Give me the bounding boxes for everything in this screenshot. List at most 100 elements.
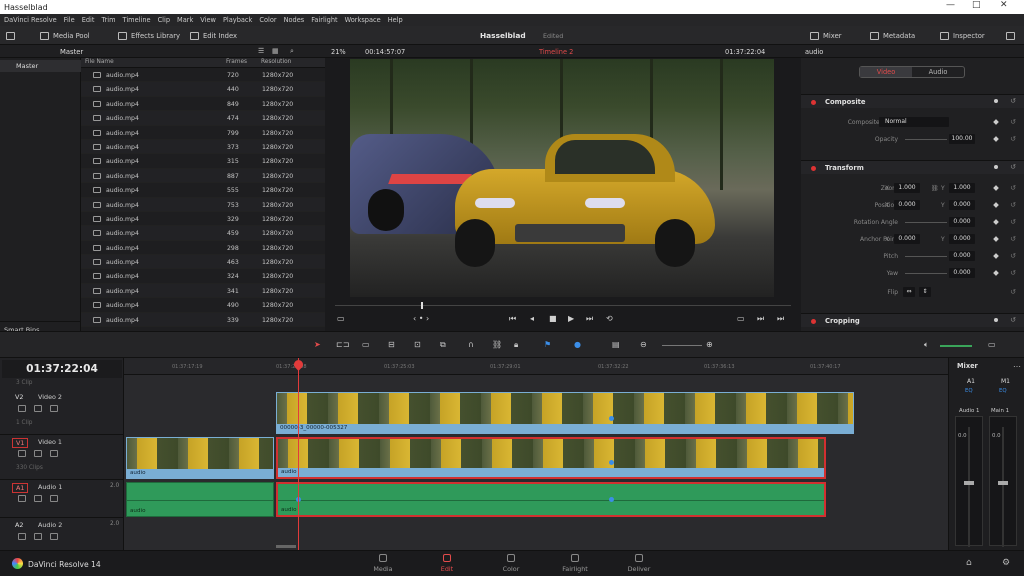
fader-handle[interactable] (964, 481, 974, 485)
selection-tool-icon[interactable]: ➤ (314, 340, 321, 349)
playhead[interactable] (292, 358, 305, 550)
viewer-options-icon[interactable]: ▭ (337, 314, 345, 323)
home-icon[interactable]: ⌂ (966, 558, 972, 568)
enable-dot-icon[interactable] (811, 319, 816, 324)
col-resolution[interactable]: Resolution (261, 59, 291, 65)
keyframe-icon[interactable] (993, 119, 999, 125)
menu-file[interactable]: File (64, 16, 75, 24)
lock-track-icon[interactable] (18, 450, 26, 457)
menu-playback[interactable]: Playback (223, 16, 252, 24)
reset-icon[interactable]: ↺ (1010, 235, 1016, 243)
file-row[interactable]: audio.mp4 459 1280x720 (81, 226, 325, 241)
yaw-slider[interactable] (905, 273, 947, 274)
volume-slider[interactable] (940, 345, 972, 347)
view-options-icon[interactable]: ▤ (612, 340, 620, 349)
zoom-x-field[interactable]: 1.000 (894, 183, 920, 193)
jog-icon[interactable]: ‹ • › (413, 314, 429, 323)
file-row[interactable]: audio.mp4 490 1280x720 (81, 298, 325, 313)
timeline-scrollbar[interactable] (276, 545, 296, 548)
reset-icon[interactable]: ↺ (1010, 163, 1016, 171)
file-row[interactable]: audio.mp4 373 1280x720 (81, 139, 325, 155)
anchor-y-field[interactable]: 0.000 (949, 234, 975, 244)
flip-horizontal-icon[interactable]: ⇔ (903, 287, 915, 297)
enable-dot-icon[interactable] (811, 166, 816, 171)
reset-icon[interactable]: ↺ (1010, 135, 1016, 143)
composite-mode-select[interactable]: Normal (879, 117, 949, 127)
marker-icon[interactable]: ● (574, 340, 581, 349)
file-row[interactable]: audio.mp4 463 1280x720 (81, 255, 325, 270)
match-frame-icon[interactable]: ▭ (737, 314, 745, 323)
link-icon[interactable]: ⛓ (931, 185, 939, 192)
reset-icon[interactable]: ↺ (1010, 269, 1016, 277)
cropping-section[interactable]: Cropping ↺ (801, 313, 1024, 327)
solo-icon[interactable] (34, 495, 42, 502)
stop-icon[interactable]: ■ (549, 314, 557, 323)
flip-vertical-icon[interactable]: ⇕ (919, 287, 931, 297)
file-row[interactable]: audio.mp4 555 1280x720 (81, 183, 325, 198)
page-media[interactable]: Media (363, 554, 403, 573)
mixer-options-icon[interactable]: … (1013, 360, 1021, 369)
bin-master[interactable]: Master (0, 60, 81, 72)
auto-select-icon[interactable] (34, 450, 42, 457)
reset-icon[interactable]: ↺ (1010, 288, 1016, 296)
menu-color[interactable]: Color (259, 16, 276, 24)
keyframe-icon[interactable] (994, 318, 998, 322)
insert-clip-icon[interactable]: ⊟ (388, 340, 395, 349)
keyframe-marker[interactable] (609, 460, 614, 465)
clip-v1-a[interactable]: audio (126, 437, 274, 479)
panel-toggle-button[interactable] (6, 29, 15, 42)
file-row[interactable]: audio.mp4 329 1280x720 (81, 212, 325, 227)
mixer-button[interactable]: Mixer (810, 29, 842, 42)
menu-workspace[interactable]: Workspace (345, 16, 381, 24)
keyframe-icon[interactable] (993, 270, 999, 276)
go-end-icon[interactable]: ⏭ (586, 314, 593, 324)
col-file-name[interactable]: File Name (85, 59, 114, 65)
file-row[interactable]: audio.mp4 474 1280x720 (81, 111, 325, 126)
menu-help[interactable]: Help (388, 16, 403, 24)
rotation-field[interactable]: 0.000 (949, 217, 975, 227)
reset-icon[interactable]: ↺ (1010, 316, 1016, 324)
zoom-out-icon[interactable]: ⊖ (640, 340, 647, 349)
position-y-field[interactable]: 0.000 (949, 200, 975, 210)
file-row[interactable]: audio.mp4 339 1280x720 (81, 312, 325, 328)
lock-track-icon[interactable] (18, 405, 26, 412)
metadata-button[interactable]: Metadata (870, 29, 915, 42)
file-row[interactable]: audio.mp4 753 1280x720 (81, 197, 325, 212)
track-enable-icon[interactable] (50, 450, 58, 457)
menu-mark[interactable]: Mark (177, 16, 193, 24)
inspector-button[interactable]: Inspector (940, 29, 985, 42)
keyframe-icon[interactable] (993, 202, 999, 208)
menu-davinci[interactable]: DaVinci Resolve (4, 16, 57, 24)
lock-track-icon[interactable] (18, 495, 26, 502)
overwrite-clip-icon[interactable]: ⊡ (414, 340, 421, 349)
reset-icon[interactable]: ↺ (1010, 97, 1016, 105)
keyframe-marker[interactable] (609, 497, 614, 502)
enable-dot-icon[interactable] (811, 100, 816, 105)
clip-a1-b[interactable]: audio (276, 482, 826, 517)
keyframe-icon[interactable] (994, 99, 998, 103)
auto-select-icon[interactable] (34, 405, 42, 412)
track-header-v1[interactable]: V1 Video 1 330 Clips (0, 435, 124, 480)
timeline-ruler[interactable]: 01:37:17:19 01:37:21:08 01:37:25:03 01:3… (124, 358, 948, 375)
file-row[interactable]: audio.mp4 298 1280x720 (81, 241, 325, 256)
col-frames[interactable]: Frames (226, 59, 247, 65)
file-row[interactable]: audio.mp4 341 1280x720 (81, 283, 325, 299)
edit-index-button[interactable]: Edit Index (190, 29, 237, 42)
timeline[interactable]: 01:37:17:19 01:37:21:08 01:37:25:03 01:3… (124, 358, 948, 550)
clip-v1-b[interactable]: audio (276, 437, 826, 479)
flag-icon[interactable]: ⚑ (544, 340, 551, 349)
fader-m1[interactable]: 0.0 (989, 416, 1017, 547)
lock-icon[interactable]: 🔒︎ (514, 340, 518, 350)
tab-video[interactable]: Video (860, 67, 912, 77)
settings-gear-icon[interactable]: ⚙ (1002, 558, 1010, 568)
play-icon[interactable]: ▶ (568, 314, 574, 323)
track-header-a2[interactable]: A2 Audio 2 2.0 (0, 518, 124, 550)
page-deliver[interactable]: Deliver (619, 554, 659, 573)
file-row[interactable]: audio.mp4 799 1280x720 (81, 126, 325, 140)
search-icon[interactable]: ⌕ (290, 47, 294, 56)
keyframe-icon[interactable] (993, 219, 999, 225)
keyframe-icon[interactable] (993, 236, 999, 242)
loop-icon[interactable]: ⟲ (606, 314, 613, 323)
mute-icon[interactable] (50, 533, 58, 540)
reset-icon[interactable]: ↺ (1010, 118, 1016, 126)
